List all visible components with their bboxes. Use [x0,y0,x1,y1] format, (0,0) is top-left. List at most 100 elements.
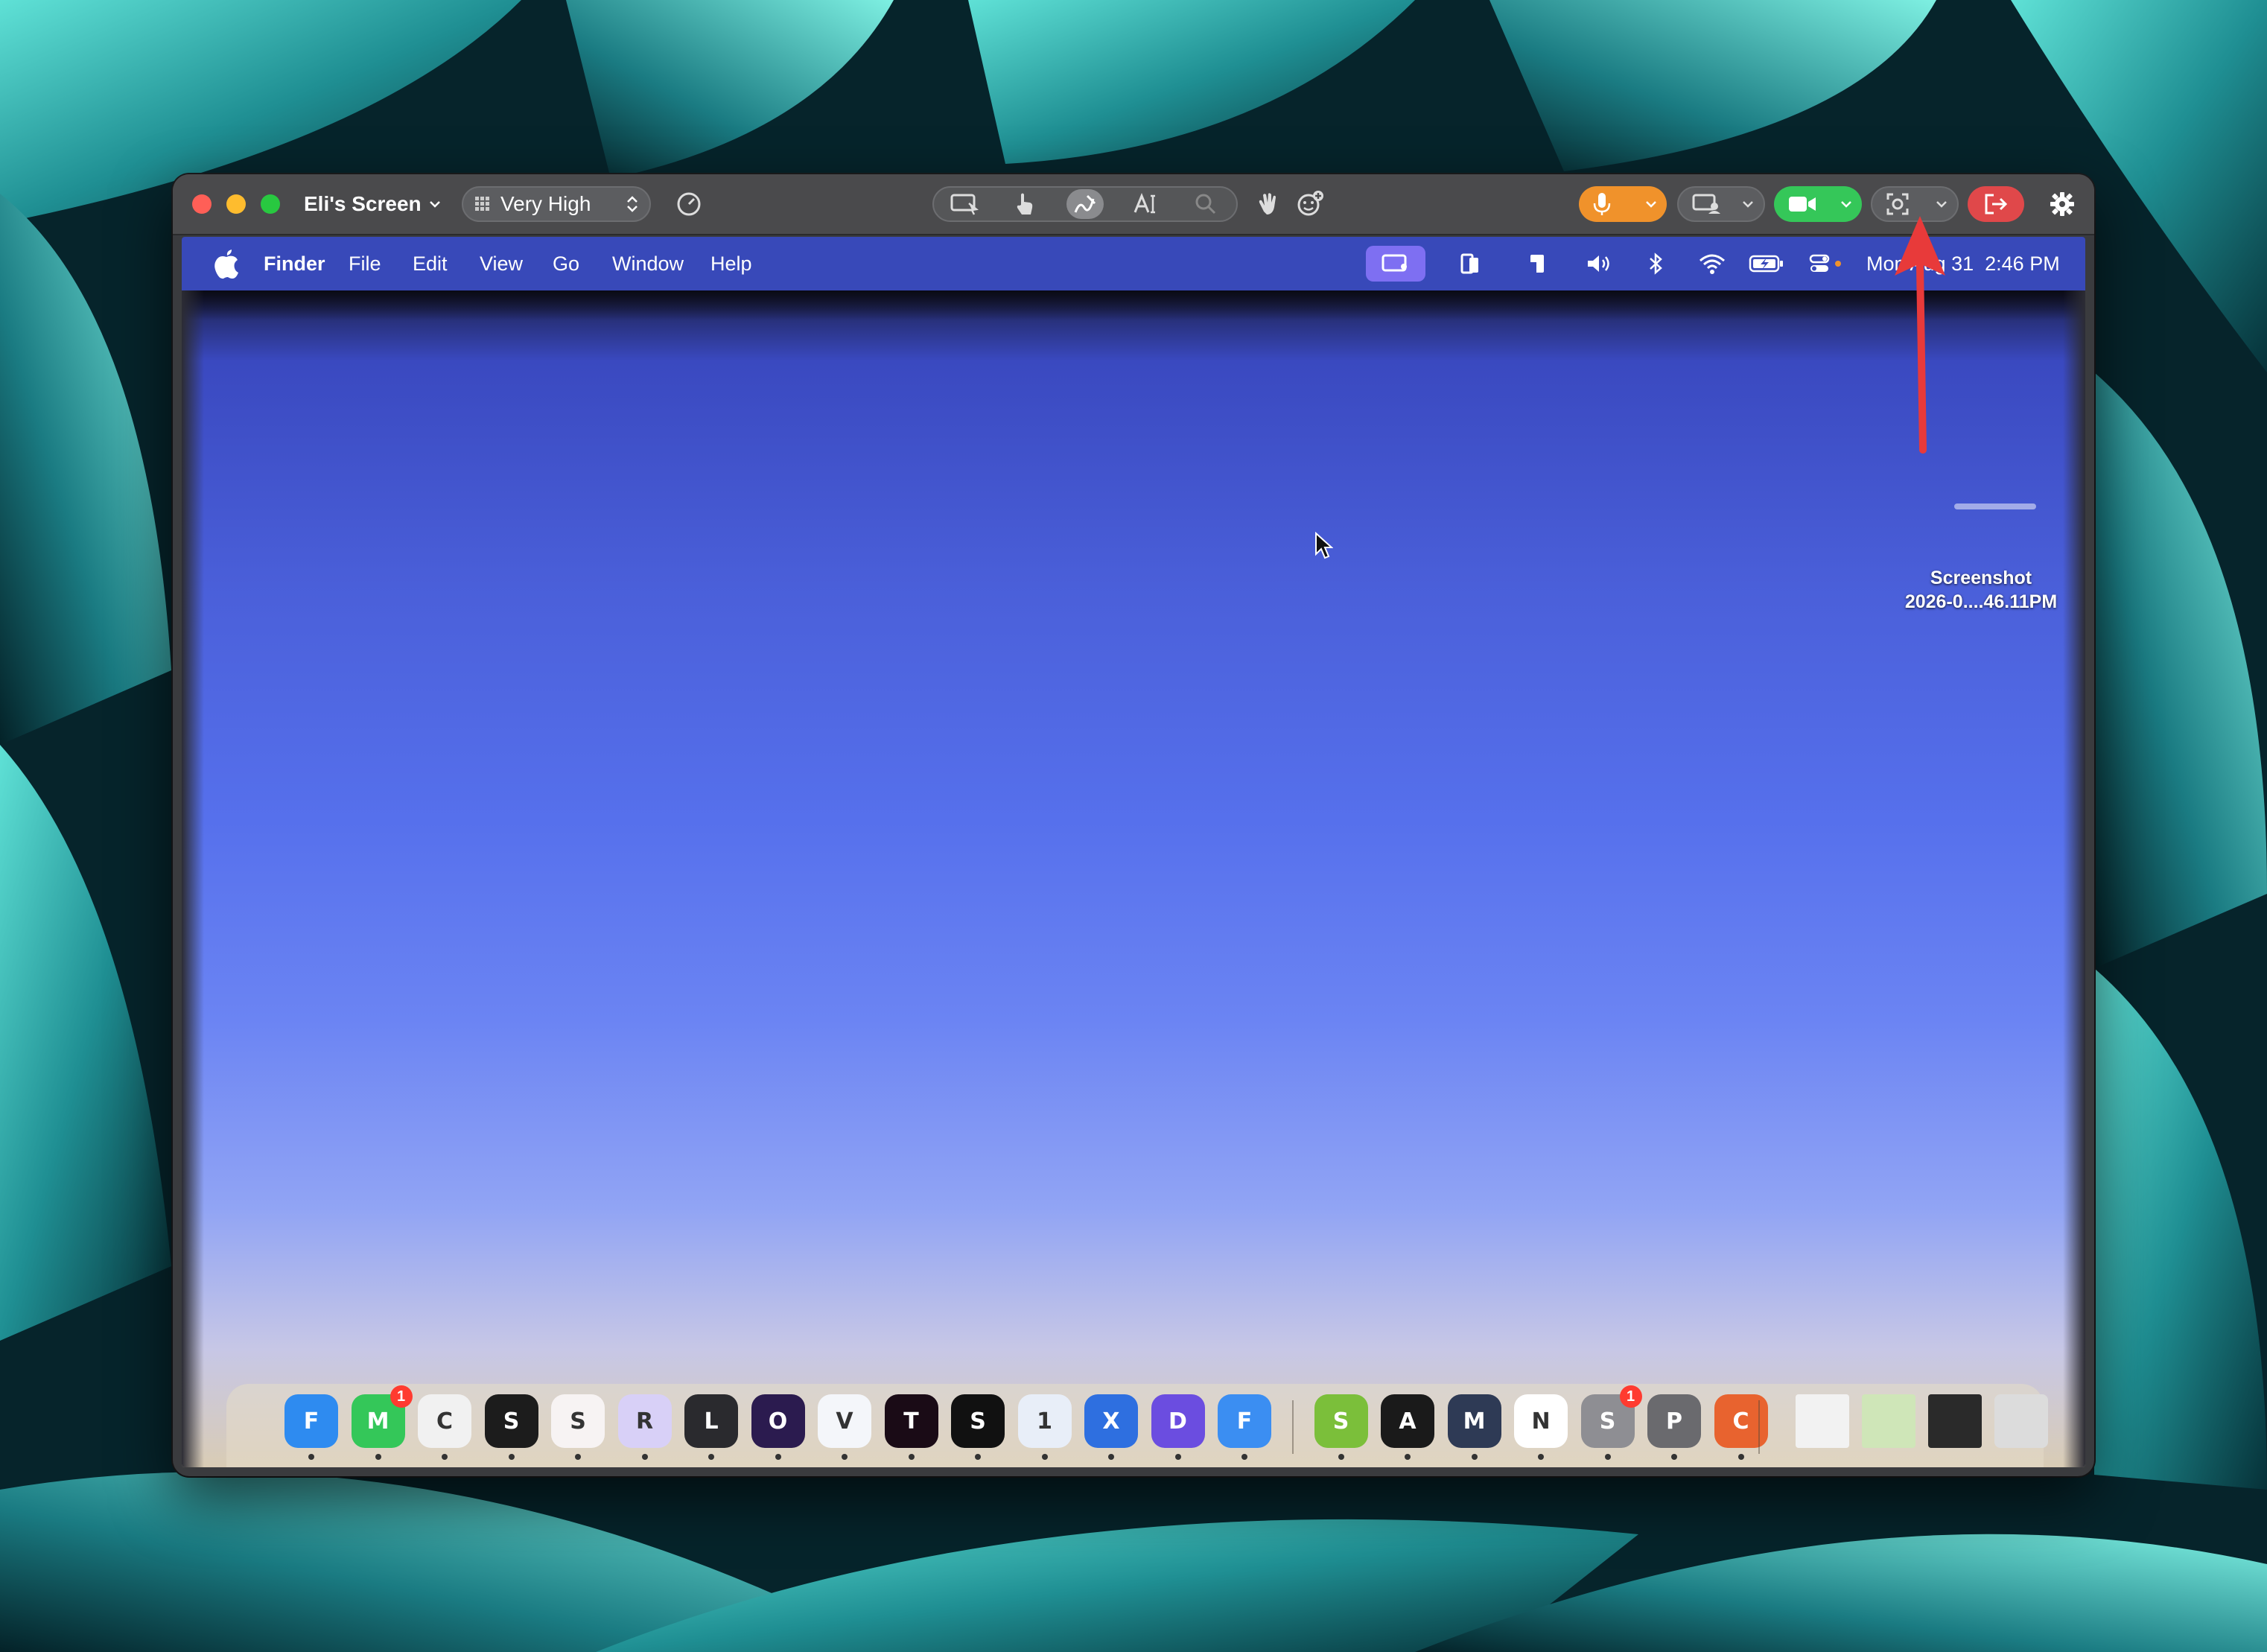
dock-separator [1758,1400,1760,1454]
status-control-center[interactable] [1804,237,1848,290]
notification-badge: 1 [390,1385,413,1408]
chrome-icon: C [436,1408,454,1435]
dock-app-finder[interactable]: F [284,1394,338,1448]
dock-app-chrome[interactable]: C [418,1394,471,1448]
notion-icon: N [1531,1408,1551,1435]
minimize-window-button[interactable] [226,194,246,214]
screen-share-window: Eli's Screen Very High Finder File Edit … [173,174,2094,1476]
quality-selector[interactable]: Very High [462,186,651,222]
dock-app-script-editor[interactable]: S [1314,1394,1368,1448]
dock-app-slack[interactable]: S [551,1394,605,1448]
dock-app-stack[interactable]: S [951,1394,1005,1448]
reactions-button[interactable] [1293,188,1327,220]
dock-app-obsidian[interactable]: O [751,1394,805,1448]
dock-running-indicator [508,1454,515,1460]
dock-running-indicator [1671,1454,1677,1460]
dock-app-vs-code[interactable]: V [818,1394,871,1448]
arrow-shaft [1916,261,1927,454]
dock-app-phone[interactable]: P [1647,1394,1701,1448]
dock-app-1password[interactable]: 1 [1017,1394,1072,1448]
wifi-icon [1700,254,1725,274]
dock-app-docs[interactable]: D [1151,1394,1205,1448]
claude-icon: C [1732,1408,1749,1435]
remote-desktop[interactable] [182,290,2085,1467]
dock-app-xcode[interactable]: X [1084,1394,1138,1448]
leave-session-button[interactable] [1968,186,2024,222]
dock-running-indicator [575,1454,581,1460]
status-bluetooth[interactable] [1641,237,1671,290]
menu-go[interactable]: Go [553,237,579,290]
window-half-icon [1529,255,1544,273]
waving-hand-icon [1259,193,1276,215]
status-volume[interactable] [1582,237,1619,290]
dock-spreadsheet-stack[interactable] [1862,1394,1915,1448]
screen-share-control[interactable] [1677,186,1765,222]
speed-gauge-button[interactable] [672,188,706,220]
status-wifi[interactable] [1694,237,1731,290]
status-app-b[interactable] [1522,237,1552,290]
left-bezel [182,290,204,1467]
dock-running-indicator [1338,1454,1344,1460]
screen-selector[interactable]: Eli's Screen [304,189,442,219]
reminders-icon: R [635,1408,654,1435]
menu-edit[interactable]: Edit [413,237,448,290]
menu-window[interactable]: Window [612,237,684,290]
emoji-add-icon [1297,191,1323,216]
screen-control-tool[interactable] [946,189,983,219]
dock-running-indicator [641,1454,648,1460]
marker-icon: M [1463,1408,1486,1435]
magnifier-icon [1195,194,1216,215]
dock-app-reminders[interactable]: R [617,1394,672,1448]
menu-view[interactable]: View [480,237,523,290]
dock-document-stack[interactable] [1796,1394,1849,1448]
desktop-file-screenshot[interactable]: Screenshot 2026-0....46.11PM [1892,566,2070,614]
text-tool[interactable] [1127,189,1164,219]
apple-logo-icon[interactable] [212,247,241,280]
dock-app-spotify[interactable]: S [484,1394,538,1448]
messages-icon: M [366,1408,390,1435]
menu-file[interactable]: File [349,237,381,290]
screen-pointer-icon [950,194,979,215]
screen-title-label: Eli's Screen [304,192,422,215]
remote-screen-view[interactable]: Finder File Edit View Go Window Help Mon… [182,237,2085,1467]
finder-icon: F [303,1408,319,1435]
dock-app-notion[interactable]: N [1514,1394,1568,1448]
dock-app-terminal[interactable]: T [884,1394,938,1448]
dock-screenshot-stack[interactable] [1928,1394,1982,1448]
dock-app-linear[interactable]: L [684,1394,738,1448]
close-window-button[interactable] [192,194,212,214]
wave-button[interactable] [1251,188,1285,220]
dock-app-marker[interactable]: M [1447,1394,1501,1448]
system-settings-icon: S [1599,1408,1616,1435]
chevron-down-icon [1841,201,1851,208]
updown-chevron-icon [627,196,638,212]
battery-charging-icon [1749,255,1783,273]
dock-running-indicator [908,1454,915,1460]
status-battery[interactable] [1744,237,1789,290]
chevron-down-icon [1743,201,1753,208]
status-screen-share[interactable] [1366,246,1425,282]
microphone-control[interactable] [1579,186,1667,222]
text-cursor-icon [1134,193,1155,214]
linear-icon: L [704,1408,719,1435]
menu-help[interactable]: Help [710,237,752,290]
menu-app-finder[interactable]: Finder [264,237,325,290]
dock-running-indicator [708,1454,714,1460]
maximize-window-button[interactable] [261,194,280,214]
status-app-a[interactable] [1455,237,1485,290]
hand-tool[interactable] [1006,189,1043,219]
dock-trash[interactable] [1994,1394,2048,1448]
settings-button[interactable] [2045,188,2079,220]
notification-handle[interactable] [1954,503,2036,509]
dock-running-indicator [442,1454,448,1460]
screen-share-status-icon [1381,254,1407,272]
camera-control[interactable] [1774,186,1862,222]
gauge-icon [677,192,701,216]
zoom-tool[interactable] [1187,189,1224,219]
dock-app-activity-monitor[interactable]: A [1381,1394,1434,1448]
dock-app-files[interactable]: F [1218,1394,1271,1448]
gear-icon [2050,192,2074,216]
activity-monitor-icon: A [1399,1408,1417,1435]
obsidian-icon: O [768,1408,788,1435]
draw-tool[interactable] [1066,189,1104,219]
